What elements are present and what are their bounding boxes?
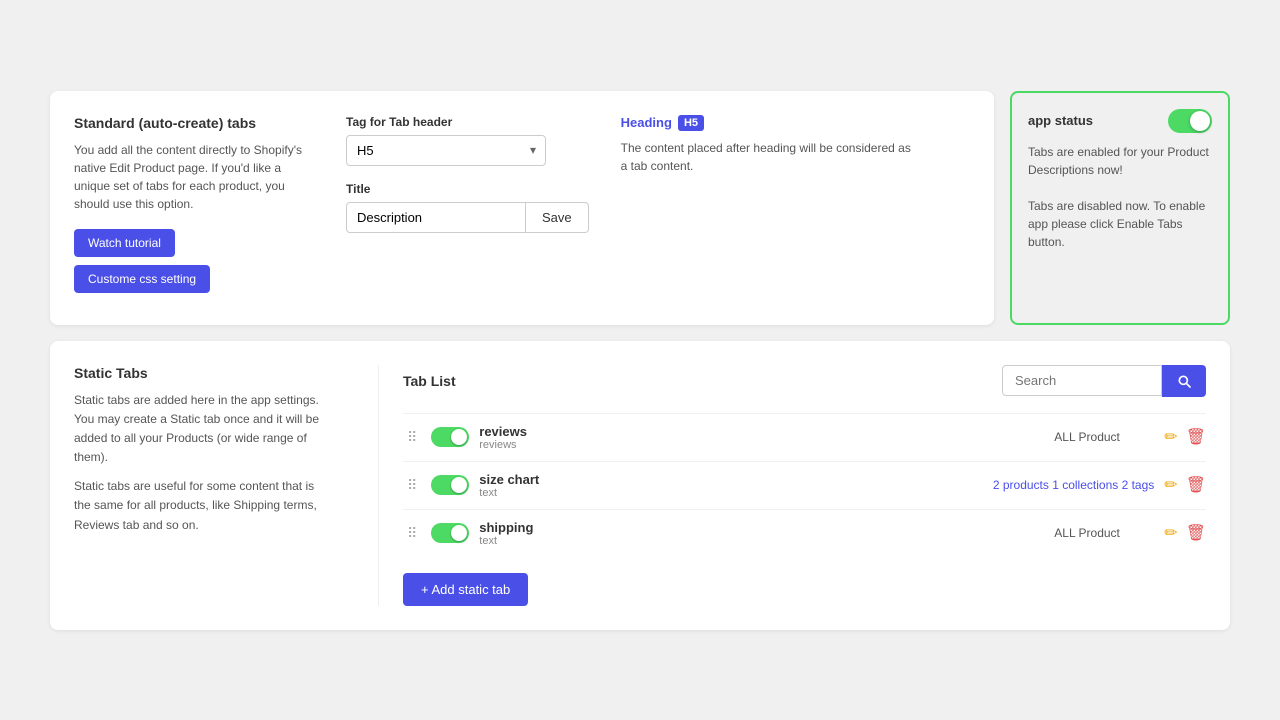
- tab-scope-size-chart: 2 products 1 collections 2 tags: [993, 478, 1154, 492]
- app-status-label: app status: [1028, 113, 1093, 128]
- standard-tabs-title: Standard (auto-create) tabs: [74, 115, 314, 131]
- edit-icon[interactable]: ✏: [1164, 475, 1177, 495]
- tag-form-group: Tag for Tab header H5 H4 H3 H2 H1: [346, 115, 589, 249]
- tab-list-header: Tab List: [403, 365, 1206, 397]
- tab-info-reviews: reviews reviews: [479, 424, 1044, 451]
- title-label: Title: [346, 182, 589, 196]
- delete-icon[interactable]: 🗑: [1186, 475, 1206, 495]
- static-tabs-left: Static Tabs Static tabs are added here i…: [74, 365, 354, 606]
- title-group: Title Save: [346, 182, 589, 233]
- tab-row: ⠿ reviews reviews ALL Product ✏ 🗑: [403, 413, 1206, 461]
- static-tabs-inner: Static Tabs Static tabs are added here i…: [74, 365, 1206, 606]
- form-row: Tag for Tab header H5 H4 H3 H2 H1: [346, 115, 970, 249]
- tab-info-shipping: shipping text: [479, 520, 1044, 547]
- tab-scope-shipping: ALL Product: [1054, 526, 1154, 540]
- tab-actions-size-chart: ✏ 🗑: [1164, 475, 1206, 495]
- vertical-divider: [378, 365, 379, 606]
- tab-type: text: [479, 535, 1044, 547]
- tab-info-size-chart: size chart text: [479, 472, 983, 499]
- heading-section: Heading H5 The content placed after head…: [621, 115, 970, 249]
- search-icon: [1176, 373, 1192, 389]
- tab-name: reviews: [479, 424, 1044, 439]
- heading-badge: H5: [678, 115, 704, 131]
- tab-row: ⠿ shipping text ALL Product ✏ 🗑: [403, 509, 1206, 557]
- tab-row: ⠿ size chart text 2 products 1 collectio…: [403, 461, 1206, 509]
- static-tabs-card: Static Tabs Static tabs are added here i…: [50, 341, 1230, 630]
- tag-label: Tag for Tab header: [346, 115, 589, 129]
- tag-select[interactable]: H5 H4 H3 H2 H1: [346, 135, 546, 166]
- tab-type: reviews: [479, 439, 1044, 451]
- app-status-header: app status: [1028, 109, 1212, 133]
- tab-toggle-size-chart[interactable]: [431, 475, 469, 495]
- search-button[interactable]: [1162, 365, 1206, 397]
- delete-icon[interactable]: 🗑: [1186, 427, 1206, 447]
- tab-actions-shipping: ✏ 🗑: [1164, 523, 1206, 543]
- standard-tabs-right: Tag for Tab header H5 H4 H3 H2 H1: [346, 115, 970, 301]
- tab-toggle-shipping[interactable]: [431, 523, 469, 543]
- add-static-tab-button[interactable]: + Add static tab: [403, 573, 528, 606]
- standard-tabs-card: Standard (auto-create) tabs You add all …: [50, 91, 994, 325]
- tab-toggle-reviews[interactable]: [431, 427, 469, 447]
- tab-name: shipping: [479, 520, 1044, 535]
- drag-handle-icon[interactable]: ⠿: [403, 427, 421, 448]
- delete-icon[interactable]: 🗑: [1186, 523, 1206, 543]
- heading-badge-row: Heading H5: [621, 115, 704, 131]
- app-status-toggle[interactable]: [1168, 109, 1212, 133]
- static-tabs-desc2: Static tabs are useful for some content …: [74, 477, 330, 535]
- search-box: [1002, 365, 1206, 397]
- tab-scope-reviews: ALL Product: [1054, 430, 1154, 444]
- app-status-card: app status Tabs are enabled for your Pro…: [1010, 91, 1230, 325]
- tag-group: Tag for Tab header H5 H4 H3 H2 H1: [346, 115, 589, 166]
- standard-tabs-description: You add all the content directly to Shop…: [74, 141, 314, 213]
- drag-handle-icon[interactable]: ⠿: [403, 475, 421, 496]
- save-button[interactable]: Save: [526, 202, 589, 233]
- search-input[interactable]: [1002, 365, 1162, 396]
- title-row: Save: [346, 202, 589, 233]
- edit-icon[interactable]: ✏: [1164, 523, 1177, 543]
- static-tabs-right: Tab List ⠿: [403, 365, 1206, 606]
- edit-icon[interactable]: ✏: [1164, 427, 1177, 447]
- top-section: Standard (auto-create) tabs You add all …: [50, 91, 1230, 325]
- static-tabs-title: Static Tabs: [74, 365, 330, 381]
- standard-tabs-left: Standard (auto-create) tabs You add all …: [74, 115, 314, 301]
- tab-name: size chart: [479, 472, 983, 487]
- drag-handle-icon[interactable]: ⠿: [403, 523, 421, 544]
- page-wrapper: Standard (auto-create) tabs You add all …: [50, 91, 1230, 630]
- app-status-line1: Tabs are enabled for your Product Descri…: [1028, 143, 1212, 179]
- watch-tutorial-button[interactable]: Watch tutorial: [74, 229, 175, 257]
- heading-description: The content placed after heading will be…: [621, 139, 921, 175]
- heading-label: Heading: [621, 115, 672, 130]
- tab-actions-reviews: ✏ 🗑: [1164, 427, 1206, 447]
- app-status-line2: Tabs are disabled now. To enable app ple…: [1028, 197, 1212, 251]
- title-input[interactable]: [346, 202, 526, 233]
- custom-css-button[interactable]: Custome css setting: [74, 265, 210, 293]
- tab-type: text: [479, 487, 983, 499]
- tag-select-wrapper: H5 H4 H3 H2 H1: [346, 135, 546, 166]
- scope-link[interactable]: 2 products 1 collections 2 tags: [993, 478, 1154, 492]
- app-status-text: Tabs are enabled for your Product Descri…: [1028, 143, 1212, 251]
- static-tabs-desc1: Static tabs are added here in the app se…: [74, 391, 330, 468]
- tab-list-title: Tab List: [403, 373, 456, 389]
